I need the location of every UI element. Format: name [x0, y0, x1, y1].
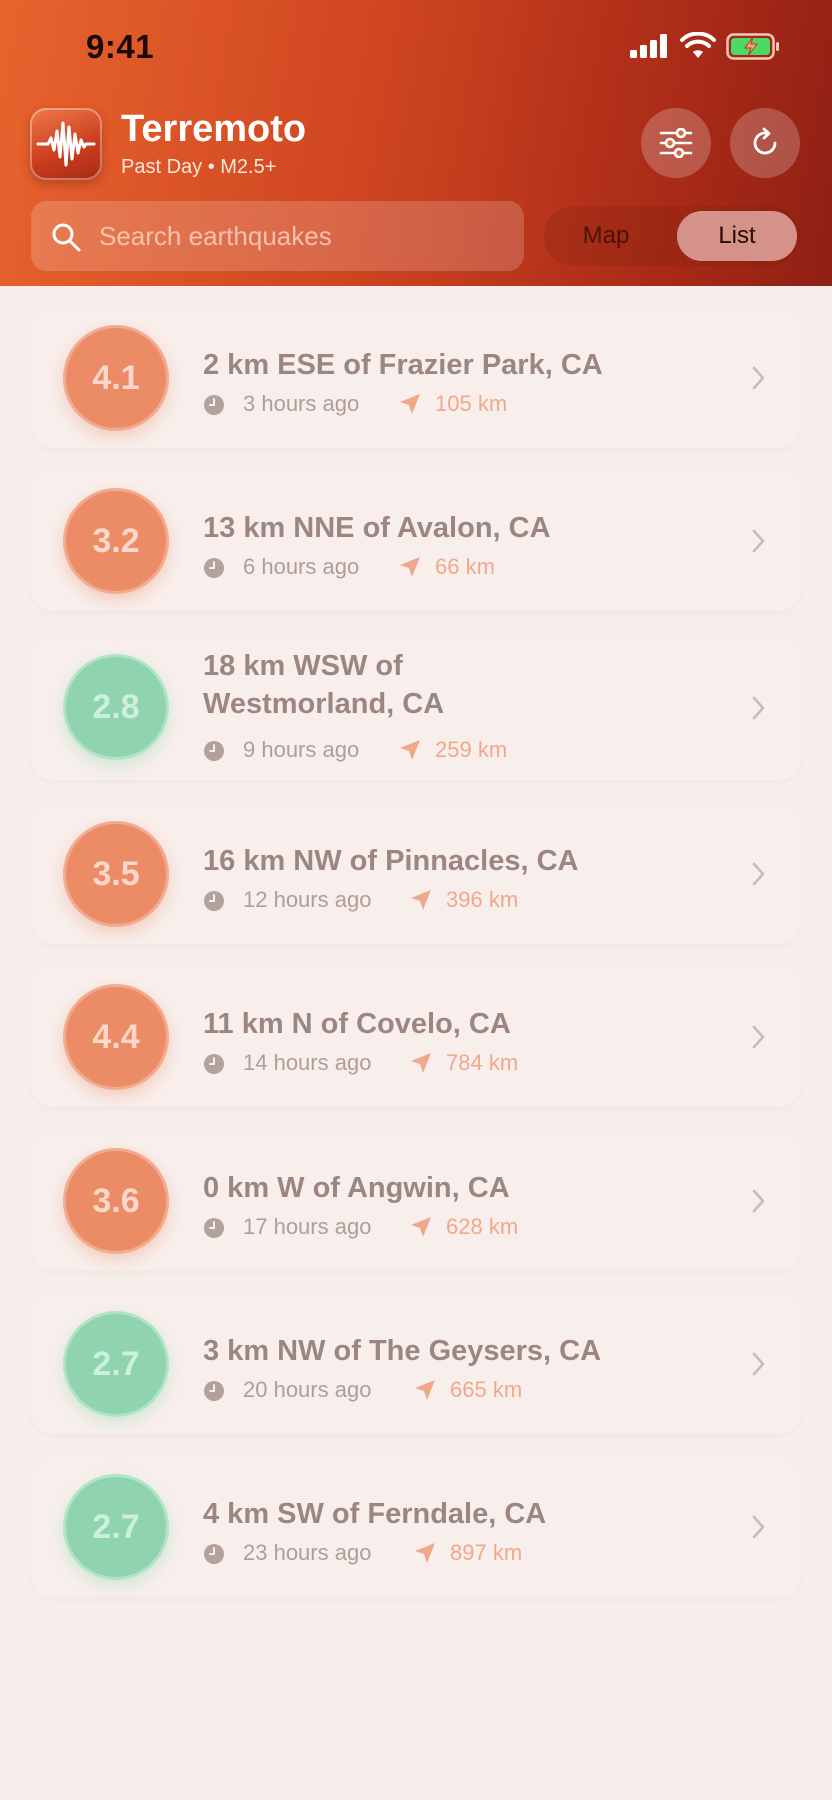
- list-item[interactable]: 2.8 18 km WSW of Westmorland, CA 9 hours…: [31, 635, 801, 780]
- seismic-wave-icon: [36, 121, 96, 167]
- quake-distance: 784 km: [446, 1050, 519, 1075]
- quake-time-ago: 3 hours ago: [243, 391, 360, 416]
- list-item[interactable]: 2.7 4 km SW of Ferndale, CA 23 hours ago…: [31, 1457, 801, 1597]
- location-arrow-icon: [411, 1053, 431, 1073]
- cellular-signal-icon: [630, 34, 667, 58]
- status-bar: 9:41: [0, 0, 832, 96]
- quake-time-ago: 14 hours ago: [243, 1050, 372, 1075]
- tab-list[interactable]: List: [677, 211, 797, 261]
- quake-meta: 17 hours ago 628 km: [203, 1212, 723, 1242]
- location-arrow-icon: [415, 1380, 435, 1400]
- clock-icon: [204, 1381, 224, 1401]
- magnitude-badge: 4.1: [63, 325, 169, 431]
- magnitude-badge: 3.6: [63, 1148, 169, 1254]
- quake-meta: 20 hours ago 665 km: [203, 1375, 723, 1405]
- list-item[interactable]: 4.4 11 km N of Covelo, CA 14 hours ago 7…: [31, 967, 801, 1107]
- list-item[interactable]: 3.5 16 km NW of Pinnacles, CA 12 hours a…: [31, 804, 801, 944]
- location-arrow-icon: [411, 1217, 431, 1237]
- chevron-right-icon: [752, 696, 765, 720]
- clock-icon: [204, 395, 224, 415]
- chevron-right-icon: [752, 529, 765, 553]
- wifi-icon: [680, 32, 716, 58]
- list-item[interactable]: 3.2 13 km NNE of Avalon, CA 6 hours ago …: [31, 471, 801, 611]
- search-bar[interactable]: [31, 201, 524, 271]
- filter-button[interactable]: [641, 108, 711, 178]
- quake-time-ago: 12 hours ago: [243, 887, 372, 912]
- list-item[interactable]: 2.7 3 km NW of The Geysers, CA 20 hours …: [31, 1294, 801, 1434]
- refresh-button[interactable]: [730, 108, 800, 178]
- quake-place: 2 km ESE of Frazier Park, CA: [203, 349, 603, 381]
- quake-place: 18 km WSW of Westmorland, CA: [203, 650, 445, 720]
- chevron-right-icon: [752, 1515, 765, 1539]
- magnitude-badge: 2.7: [63, 1474, 169, 1580]
- quake-distance: 66 km: [435, 554, 495, 579]
- clock-icon: [204, 891, 224, 911]
- view-toggle: Map List: [544, 206, 800, 266]
- quake-meta: 12 hours ago 396 km: [203, 885, 723, 915]
- clock-icon: [204, 1544, 224, 1564]
- quake-place: 3 km NW of The Geysers, CA: [203, 1335, 602, 1367]
- quake-time-ago: 23 hours ago: [243, 1540, 372, 1565]
- app-title: Terremoto: [121, 108, 307, 150]
- tab-map[interactable]: Map: [544, 206, 668, 266]
- magnitude-badge: 3.2: [63, 488, 169, 594]
- refresh-icon: [753, 127, 777, 155]
- magnitude-badge: 4.4: [63, 984, 169, 1090]
- clock-icon: [204, 1054, 224, 1074]
- quake-meta: 9 hours ago 259 km: [203, 735, 723, 765]
- quake-distance: 105 km: [435, 391, 508, 416]
- list-item[interactable]: 4.1 2 km ESE of Frazier Park, CA 3 hours…: [31, 308, 801, 448]
- quake-place: 0 km W of Angwin, CA: [203, 1172, 510, 1204]
- magnitude-badge: 2.8: [63, 654, 169, 760]
- status-time: 9:41: [86, 28, 155, 65]
- list-item[interactable]: 3.6 0 km W of Angwin, CA 17 hours ago 62…: [31, 1131, 801, 1271]
- quake-time-ago: 6 hours ago: [243, 554, 360, 579]
- search-icon: [52, 223, 81, 252]
- quake-place: 11 km N of Covelo, CA: [203, 1008, 511, 1040]
- quake-meta: 6 hours ago 66 km: [203, 552, 723, 582]
- clock-icon: [204, 1218, 224, 1238]
- quake-distance: 628 km: [446, 1214, 519, 1239]
- location-arrow-icon: [400, 740, 420, 760]
- quake-time-ago: 20 hours ago: [243, 1377, 372, 1402]
- quake-place: 13 km NNE of Avalon, CA: [203, 512, 551, 544]
- chevron-right-icon: [752, 862, 765, 886]
- chevron-right-icon: [752, 1189, 765, 1213]
- location-arrow-icon: [415, 1543, 435, 1563]
- quake-distance: 259 km: [435, 737, 508, 762]
- quake-place: 4 km SW of Ferndale, CA: [203, 1498, 547, 1530]
- quake-distance: 897 km: [450, 1540, 523, 1565]
- chevron-right-icon: [752, 366, 765, 390]
- battery-charging-icon: [726, 33, 779, 60]
- magnitude-badge: 2.7: [63, 1311, 169, 1417]
- chevron-right-icon: [752, 1352, 765, 1376]
- quake-meta: 3 hours ago 105 km: [203, 389, 723, 419]
- quake-distance: 665 km: [450, 1377, 523, 1402]
- chevron-right-icon: [752, 1025, 765, 1049]
- location-arrow-icon: [400, 557, 420, 577]
- location-arrow-icon: [411, 890, 431, 910]
- search-input[interactable]: [99, 201, 509, 271]
- location-arrow-icon: [400, 394, 420, 414]
- app-header: 9:41 Terremoto Past Day • M2.5+ Search e…: [0, 0, 832, 286]
- magnitude-badge: 3.5: [63, 821, 169, 927]
- quake-distance: 396 km: [446, 887, 519, 912]
- quake-place: 16 km NW of Pinnacles, CA: [203, 845, 579, 877]
- quake-meta: 23 hours ago 897 km: [203, 1538, 723, 1568]
- app-subtitle: Past Day • M2.5+: [121, 156, 277, 178]
- quake-time-ago: 17 hours ago: [243, 1214, 372, 1239]
- quake-time-ago: 9 hours ago: [243, 737, 360, 762]
- app-logo: [30, 108, 102, 180]
- sliders-icon: [659, 128, 693, 158]
- clock-icon: [204, 741, 224, 761]
- quake-meta: 14 hours ago 784 km: [203, 1048, 723, 1078]
- clock-icon: [204, 558, 224, 578]
